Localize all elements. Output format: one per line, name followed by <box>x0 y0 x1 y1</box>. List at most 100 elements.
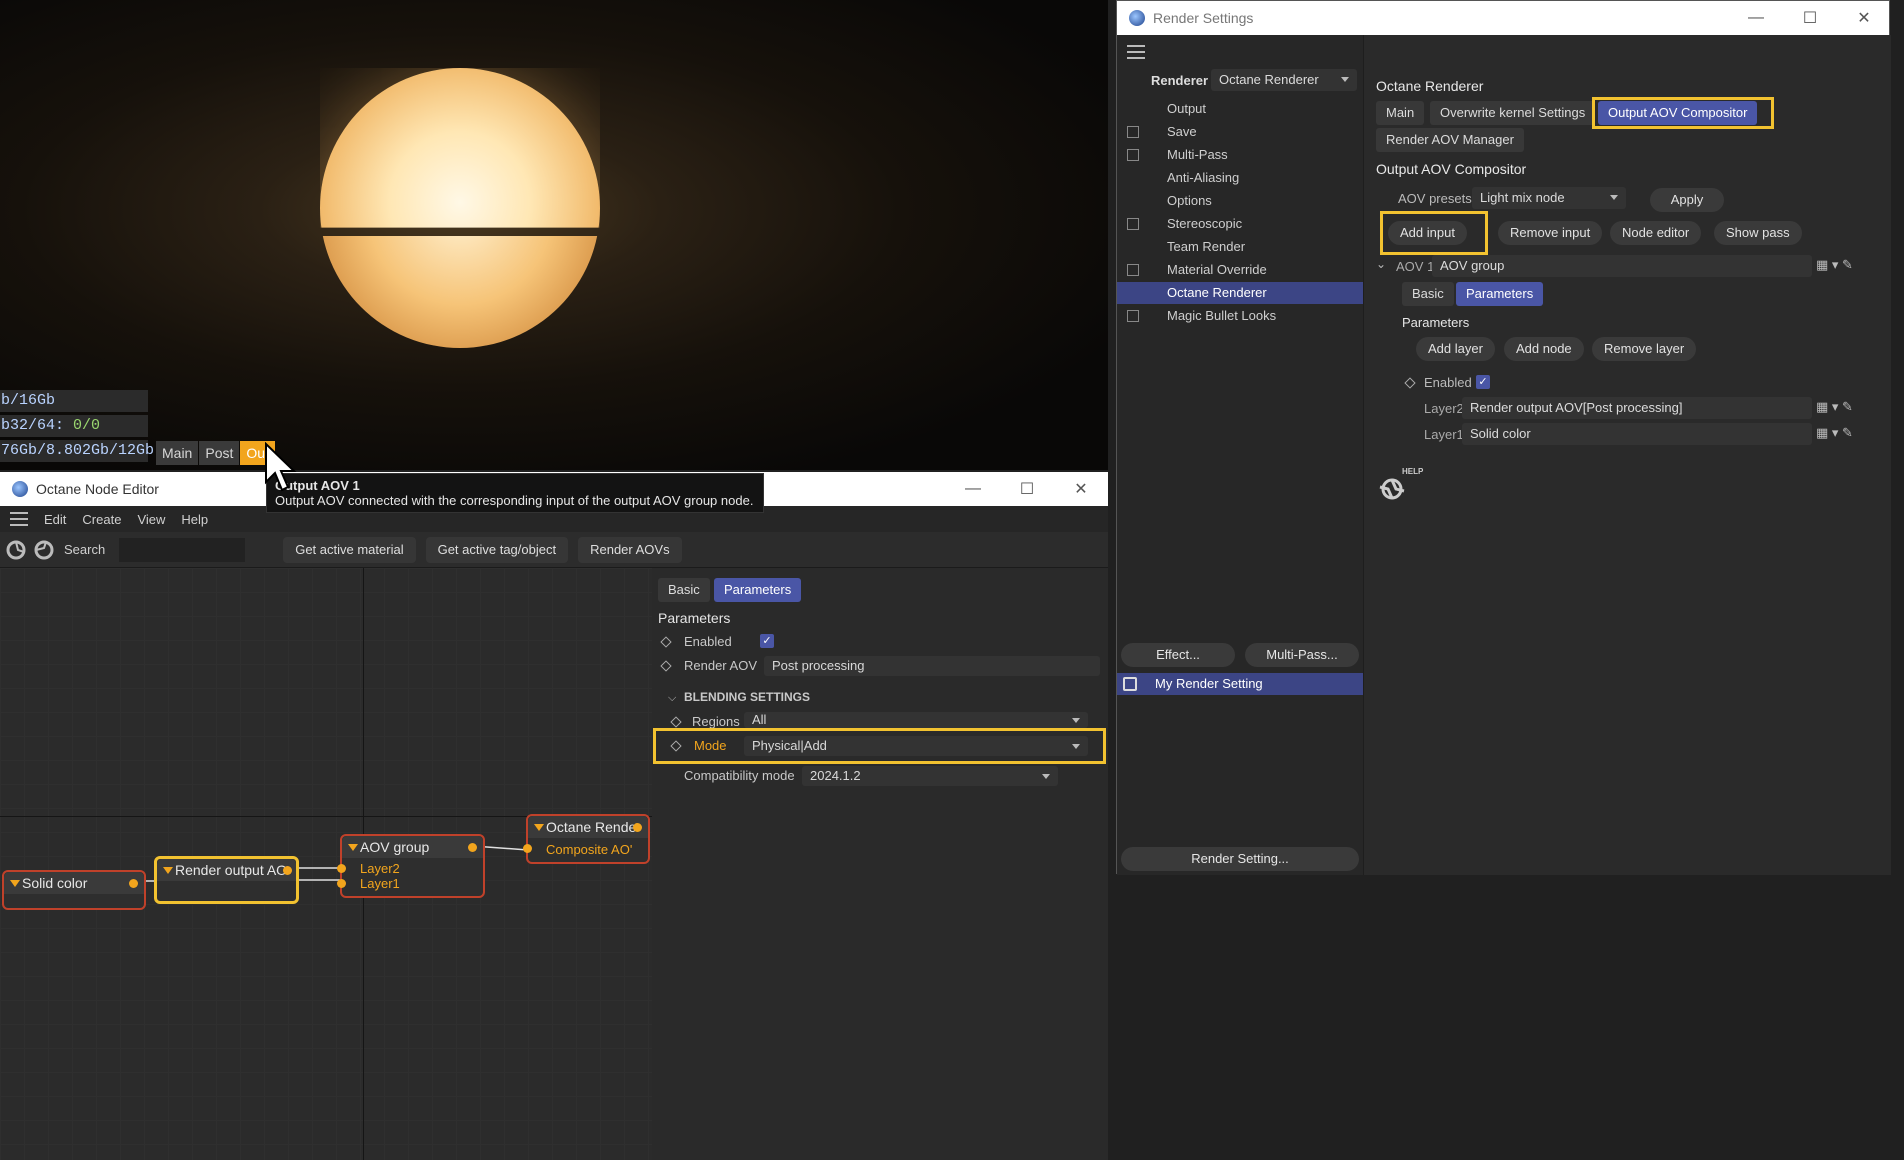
enabled-checkbox[interactable]: ✓ <box>1476 375 1490 389</box>
node-aov-group[interactable]: AOV group Layer2 Layer1 <box>337 834 485 898</box>
close-icon[interactable]: ✕ <box>1054 472 1108 506</box>
sidebar-item-options[interactable]: Options <box>1117 190 1363 212</box>
sidebar-item-multi-pass[interactable]: Multi-Pass <box>1117 144 1363 166</box>
multi-pass-checkbox[interactable] <box>1127 149 1139 161</box>
menu-view[interactable]: View <box>129 512 173 527</box>
show-pass-button[interactable]: Show pass <box>1714 221 1802 245</box>
tab-basic[interactable]: Basic <box>658 578 710 602</box>
cinema4d-app-icon <box>1129 10 1145 26</box>
layer1-field-tools[interactable]: ▦ ▾ ✎ <box>1816 425 1853 441</box>
viewport-tab-post[interactable]: Post <box>199 441 240 465</box>
maximize-icon[interactable]: ☐ <box>1000 472 1054 506</box>
node-output-port[interactable] <box>633 823 642 832</box>
tab-main[interactable]: Main <box>1376 101 1425 125</box>
menu-help[interactable]: Help <box>173 512 216 527</box>
render-aovs-button[interactable]: Render AOVs <box>578 536 682 563</box>
node-render-output-aov[interactable]: Render output AO <box>154 856 299 904</box>
tab-parameters[interactable]: Parameters <box>714 578 802 602</box>
aov-1-field-tools[interactable]: ▦ ▾ ✎ <box>1816 257 1853 273</box>
layer2-field[interactable]: Render output AOV[Post processing] <box>1462 397 1812 419</box>
vp-stat-vram: 76Gb/8.802Gb/12Gb <box>0 440 154 462</box>
sidebar-item-octane-renderer[interactable]: Octane Renderer <box>1117 282 1363 304</box>
stereoscopic-checkbox[interactable] <box>1127 218 1139 230</box>
render-setting-preset-item[interactable]: My Render Setting <box>1117 673 1363 695</box>
tab-overwrite-kernel-settings[interactable]: Overwrite kernel Settings <box>1430 101 1596 125</box>
sidebar-item-magic-bullet-looks[interactable]: Magic Bullet Looks <box>1117 305 1363 327</box>
node-input-port-layer1[interactable] <box>337 879 346 888</box>
render-settings-titlebar[interactable]: Render Settings — ☐ ✕ <box>1117 1 1889 35</box>
viewport-tab-main[interactable]: Main <box>156 441 199 465</box>
magic-bullet-checkbox[interactable] <box>1127 310 1139 322</box>
mode-dropdown[interactable]: Physical|Add <box>744 736 1088 756</box>
pin-layer2: Layer2 <box>360 861 400 876</box>
node-graph-canvas[interactable]: Solid color Render output AO AOV group L… <box>0 568 652 1160</box>
sub-tab-parameters[interactable]: Parameters <box>1456 282 1544 306</box>
node-output-port[interactable] <box>283 866 292 875</box>
remove-layer-button[interactable]: Remove layer <box>1592 337 1697 361</box>
sidebar-item-material-override[interactable]: Material Override <box>1117 259 1363 281</box>
octane-live-icon[interactable] <box>32 538 56 562</box>
minimize-icon[interactable]: — <box>1729 1 1783 35</box>
render-setting-button[interactable]: Render Setting... <box>1121 847 1359 871</box>
renderer-dropdown[interactable]: Octane Renderer <box>1211 69 1357 91</box>
layer2-field-tools[interactable]: ▦ ▾ ✎ <box>1816 399 1853 415</box>
hamburger-menu-icon[interactable] <box>10 512 28 526</box>
node-octane-renderer[interactable]: Octane Rende Composite AO' <box>523 814 650 864</box>
add-input-button[interactable]: Add input <box>1388 221 1467 245</box>
remove-input-button[interactable]: Remove input <box>1498 221 1603 245</box>
sidebar-item-output[interactable]: Output <box>1117 98 1363 120</box>
save-checkbox[interactable] <box>1127 126 1139 138</box>
aov-1-field[interactable]: AOV group <box>1432 255 1812 277</box>
menu-edit[interactable]: Edit <box>36 512 74 527</box>
sidebar-item-save[interactable]: Save <box>1117 121 1363 143</box>
aov-presets-dropdown[interactable]: Light mix node <box>1472 187 1626 209</box>
node-output-port[interactable] <box>468 843 477 852</box>
parameters-title: Parameters <box>1402 315 1470 330</box>
aov-presets-label: AOV presets <box>1398 191 1472 206</box>
collapse-chevron-icon[interactable]: ⌵ <box>668 692 676 705</box>
octane-logo-icon[interactable] <box>4 538 28 562</box>
keyframe-diamond-icon[interactable] <box>670 716 682 728</box>
render-aov-field[interactable]: Post processing <box>764 656 1100 676</box>
octane-app-icon <box>12 481 28 497</box>
add-layer-button[interactable]: Add layer <box>1416 337 1495 361</box>
maximize-icon[interactable]: ☐ <box>1783 1 1837 35</box>
hamburger-menu-icon[interactable] <box>1127 45 1145 59</box>
minimize-icon[interactable]: — <box>946 472 1000 506</box>
help-icon[interactable]: HELP <box>1376 467 1423 507</box>
node-input-port-layer2[interactable] <box>337 864 346 873</box>
apply-button[interactable]: Apply <box>1650 188 1724 212</box>
node-solid-color[interactable]: Solid color <box>2 870 146 910</box>
node-editor-toolbar: Search Get active material Get active ta… <box>0 532 1108 568</box>
material-override-checkbox[interactable] <box>1127 264 1139 276</box>
node-output-port[interactable] <box>129 879 138 888</box>
enabled-checkbox[interactable]: ✓ <box>760 634 774 648</box>
get-active-material-button[interactable]: Get active material <box>283 536 416 563</box>
sub-tab-basic[interactable]: Basic <box>1402 282 1454 306</box>
get-active-tag-button[interactable]: Get active tag/object <box>425 536 569 563</box>
layer1-field[interactable]: Solid color <box>1462 423 1812 445</box>
sidebar-item-anti-aliasing[interactable]: Anti-Aliasing <box>1117 167 1363 189</box>
effect-button[interactable]: Effect... <box>1121 643 1235 667</box>
search-input[interactable] <box>119 537 246 562</box>
add-node-button[interactable]: Add node <box>1504 337 1584 361</box>
node-editor-button[interactable]: Node editor <box>1610 221 1702 245</box>
keyframe-diamond-icon[interactable] <box>660 660 672 672</box>
sidebar-item-stereoscopic[interactable]: Stereoscopic <box>1117 213 1363 235</box>
menu-create[interactable]: Create <box>74 512 129 527</box>
tab-output-aov-compositor[interactable]: Output AOV Compositor <box>1598 101 1758 125</box>
keyframe-diamond-icon[interactable] <box>1404 377 1416 389</box>
keyframe-diamond-icon[interactable] <box>660 636 672 648</box>
render-viewport[interactable]: b/16Gb b32/64: 0/0 76Gb/8.802Gb/12Gb Mai… <box>0 0 1108 470</box>
close-icon[interactable]: ✕ <box>1837 1 1891 35</box>
sidebar-item-team-render[interactable]: Team Render <box>1117 236 1363 258</box>
regions-label: Regions <box>692 714 740 729</box>
node-input-port-composite[interactable] <box>523 844 532 853</box>
tab-render-aov-manager[interactable]: Render AOV Manager <box>1376 128 1524 152</box>
blending-settings-header[interactable]: BLENDING SETTINGS <box>684 690 810 704</box>
tooltip-output-aov: Output AOV 1 Output AOV connected with t… <box>266 473 764 513</box>
multi-pass-button[interactable]: Multi-Pass... <box>1245 643 1359 667</box>
compatibility-mode-dropdown[interactable]: 2024.1.2 <box>802 766 1058 786</box>
collapse-chevron-icon[interactable]: ⌄ <box>1376 257 1386 271</box>
regions-dropdown[interactable]: All <box>744 712 1088 728</box>
